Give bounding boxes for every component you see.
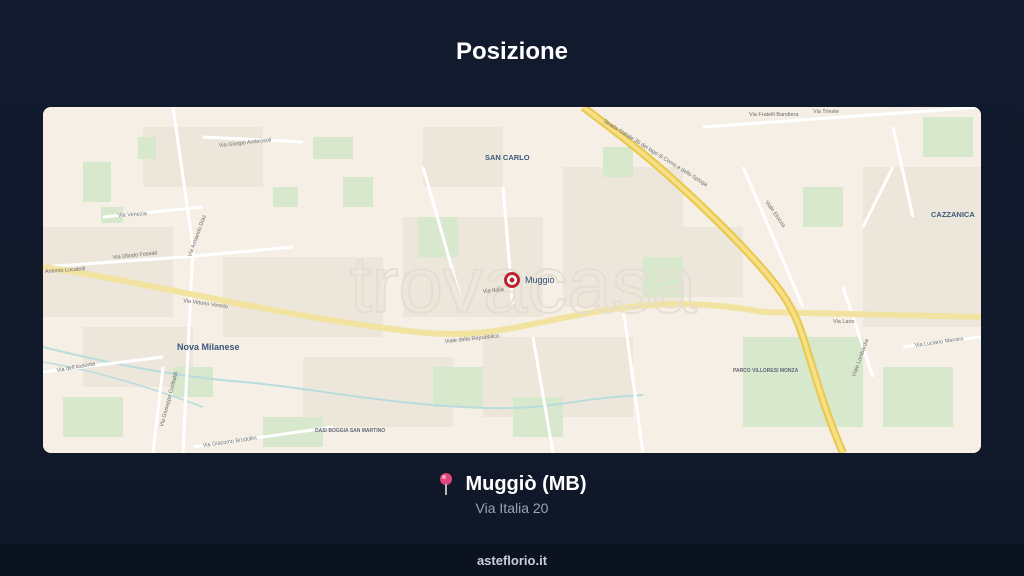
label-cazzanica: CAZZANICA bbox=[931, 210, 975, 219]
map-canvas[interactable]: trovacasa SAN CARLO CAZZANICA Nova Milan… bbox=[43, 107, 981, 453]
location-marker[interactable] bbox=[504, 272, 520, 288]
footer: asteflorio.it bbox=[0, 544, 1024, 576]
street-trieste: Via Trieste bbox=[813, 109, 839, 115]
page-title: Posizione bbox=[455, 38, 569, 65]
label-parco: PARCO VILLORESI MONZA bbox=[733, 368, 799, 374]
footer-brand[interactable]: asteflorio.it bbox=[477, 553, 547, 568]
location-address: Via Italia 20 bbox=[475, 500, 549, 516]
location-name: Muggiò (MB) bbox=[465, 472, 587, 495]
street-via-lario: Via Lario bbox=[833, 319, 855, 325]
map-pin-icon bbox=[437, 472, 455, 496]
label-nova-milanese: Nova Milanese bbox=[177, 342, 240, 352]
page: Posizione trovacasa SAN CARLO CAZZANICA … bbox=[0, 0, 1024, 576]
marker-label: Muggiò bbox=[525, 275, 555, 285]
map-watermark: trovacasa bbox=[350, 240, 697, 329]
label-san-carlo: SAN CARLO bbox=[485, 153, 530, 162]
map[interactable]: trovacasa SAN CARLO CAZZANICA Nova Milan… bbox=[43, 107, 981, 453]
location-heading: Muggiò (MB) bbox=[0, 472, 1024, 496]
street-franchi-bandiera: Via Fratelli Bandiera bbox=[749, 112, 799, 118]
label-san-martino: DASI BOGGIA SAN MARTINO bbox=[315, 428, 385, 434]
